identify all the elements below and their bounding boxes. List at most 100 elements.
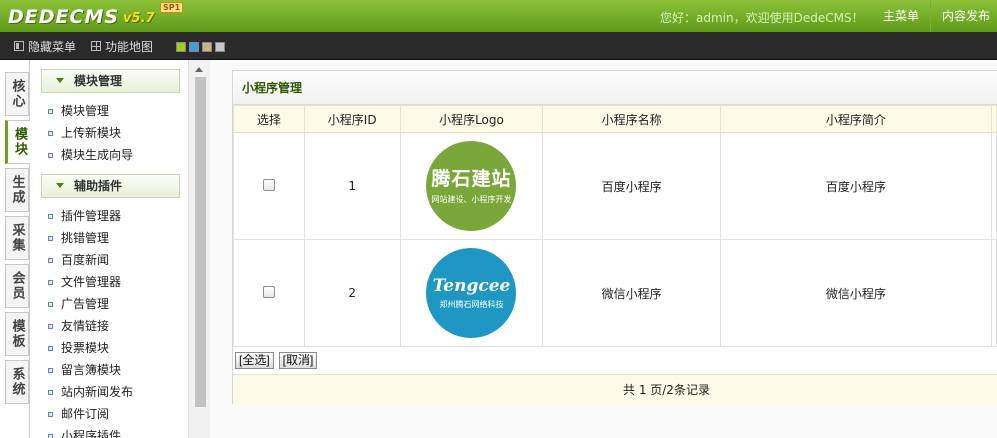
menu-item-upload-module[interactable]: 上传新模块	[48, 122, 121, 144]
menu-section-module-manage[interactable]: 模块管理	[41, 69, 180, 93]
skin-swatch-blue[interactable]	[189, 42, 199, 52]
logo-sub-text: 网站建设、小程序开发	[431, 194, 512, 204]
hide-menu-button[interactable]: 隐藏菜单	[14, 32, 76, 60]
bullet-icon	[48, 214, 53, 219]
menu-item-label: 邮件订阅	[61, 407, 110, 421]
top-header: DEDECMS v5.7 SP1 您好：admin，欢迎使用DedeCMS！ 主…	[0, 0, 997, 32]
cancel-selection-button[interactable]: [取消]	[278, 352, 318, 369]
logo-main-text: Tengcee	[432, 276, 511, 296]
bulk-action-buttons: [全选] [取消]	[235, 352, 318, 370]
skin-swatch-tan[interactable]	[202, 42, 212, 52]
table-row: 1 腾石建站 网站建设、小程序开发 百度小程序 百度小程序	[233, 132, 997, 240]
left-category-tabs: 核心 模块 生成 采集 会员 模板 系统	[0, 60, 31, 438]
bullet-icon	[48, 302, 53, 307]
menu-item-plugin-manager[interactable]: 插件管理器	[48, 205, 121, 227]
menu-item-label: 留言簿模块	[61, 363, 122, 377]
bullet-icon	[48, 346, 53, 351]
menu-item-friend-links[interactable]: 友情链接	[48, 315, 109, 337]
logo-main-text: 腾石建站	[431, 167, 512, 190]
col-header-name: 小程序名称	[542, 105, 721, 133]
menu-item-guestbook[interactable]: 留言簿模块	[48, 359, 121, 381]
menu-section-plugins[interactable]: 辅助插件	[41, 174, 180, 198]
tab-core[interactable]: 核心	[5, 72, 29, 116]
col-header-intro: 小程序简介	[719, 105, 992, 133]
menu-item-mail-subscribe[interactable]: 邮件订阅	[48, 403, 109, 425]
dedecms-logo[interactable]: DEDECMS v5.7 SP1	[8, 2, 184, 29]
tab-member[interactable]: 会员	[5, 264, 29, 308]
menu-item-label: 上传新模块	[61, 126, 122, 140]
bullet-icon	[48, 258, 53, 263]
tab-system[interactable]: 系统	[5, 360, 29, 404]
table-header-row: 选择 小程序ID 小程序Logo 小程序名称 小程序简介	[233, 105, 997, 133]
bullet-icon	[48, 236, 53, 241]
collapse-triangle-icon	[56, 78, 64, 83]
miniprogram-logo: 腾石建站 网站建设、小程序开发	[426, 141, 517, 231]
menu-item-file-manager[interactable]: 文件管理器	[48, 271, 121, 293]
logo-sub-text: 郑州腾石网络科技	[439, 300, 504, 309]
menu-item-module-wizard[interactable]: 模块生成向导	[48, 144, 133, 166]
menu-scrollbar[interactable]	[188, 60, 210, 438]
name-cell: 百度小程序	[542, 132, 721, 240]
miniprogram-logo: Tengcee 郑州腾石网络科技	[426, 248, 517, 338]
collapse-triangle-icon	[56, 183, 64, 188]
tab-module[interactable]: 模块	[5, 120, 31, 164]
hide-menu-label: 隐藏菜单	[28, 39, 77, 54]
logo-text: DEDECMS	[8, 6, 120, 28]
row-checkbox[interactable]	[262, 285, 275, 298]
menu-item-error-report[interactable]: 挑错管理	[48, 227, 109, 249]
bullet-icon	[48, 109, 53, 114]
name-cell: 微信小程序	[542, 239, 721, 347]
menu-item-label: 小程序插件	[61, 429, 122, 438]
bullet-icon	[48, 324, 53, 329]
menu-item-ad-manage[interactable]: 广告管理	[48, 293, 109, 315]
tab-collect[interactable]: 采集	[5, 216, 29, 260]
col-header-select: 选择	[233, 105, 305, 133]
extra-cell	[990, 239, 997, 347]
scrollbar-thumb[interactable]	[195, 77, 206, 407]
table-row: 2 Tengcee 郑州腾石网络科技 微信小程序 微信小程序	[233, 239, 997, 347]
nav-content-publish[interactable]: 内容发布	[930, 0, 997, 32]
row-checkbox[interactable]	[262, 178, 275, 191]
select-all-button[interactable]: [全选]	[235, 352, 274, 369]
bullet-icon	[48, 280, 53, 285]
menu-section-title: 辅助插件	[74, 179, 123, 193]
bullet-icon	[48, 390, 53, 395]
menu-item-module-manage[interactable]: 模块管理	[48, 100, 109, 122]
col-header-id: 小程序ID	[303, 105, 401, 133]
menu-item-label: 插件管理器	[61, 209, 122, 223]
toolbar: 隐藏菜单 功能地图	[0, 32, 997, 60]
menu-item-site-news[interactable]: 站内新闻发布	[48, 381, 133, 403]
menu-item-baidu-news[interactable]: 百度新闻	[48, 249, 109, 271]
select-cell	[233, 239, 305, 347]
bullet-icon	[48, 153, 53, 158]
left-menu: 模块管理 模块管理 上传新模块 模块生成向导 辅助插件 插件管理器 挑错管理 百…	[30, 60, 188, 438]
pagination-info: 共 1 页/2条记录	[233, 374, 997, 405]
bullet-icon	[48, 434, 53, 438]
menu-item-miniprogram-plugin[interactable]: 小程序插件	[48, 425, 121, 438]
menu-item-vote-module[interactable]: 投票模块	[48, 337, 109, 359]
site-map-button[interactable]: 功能地图	[91, 32, 153, 60]
welcome-text: 您好：admin，欢迎使用DedeCMS！	[660, 11, 864, 25]
tab-template[interactable]: 模板	[5, 312, 29, 356]
menu-item-label: 文件管理器	[61, 275, 122, 289]
tab-generate[interactable]: 生成	[5, 168, 29, 212]
miniprogram-table: 选择 小程序ID 小程序Logo 小程序名称 小程序简介 1 腾石建站 网站建设…	[233, 105, 997, 347]
menu-item-label: 友情链接	[61, 319, 110, 333]
intro-cell: 百度小程序	[719, 132, 992, 240]
menu-item-label: 投票模块	[61, 341, 110, 355]
intro-cell: 微信小程序	[719, 239, 992, 347]
extra-cell	[990, 132, 997, 240]
menu-item-label: 站内新闻发布	[61, 385, 134, 399]
menu-section-title: 模块管理	[74, 74, 123, 88]
skin-swatch-green[interactable]	[176, 42, 186, 52]
miniprogram-panel: 小程序管理 选择 小程序ID 小程序Logo 小程序名称 小程序简介 1 腾石建…	[232, 70, 997, 405]
menu-item-label: 挑错管理	[61, 231, 110, 245]
skin-swatch-gray[interactable]	[215, 42, 225, 52]
grid-icon	[91, 41, 101, 51]
menu-item-label: 百度新闻	[61, 253, 110, 267]
col-header-extra	[990, 105, 997, 133]
scroll-up-arrow-icon[interactable]	[195, 67, 203, 72]
nav-main-menu[interactable]: 主菜单	[872, 0, 930, 32]
select-cell	[233, 132, 305, 240]
hide-menu-icon	[14, 41, 24, 51]
